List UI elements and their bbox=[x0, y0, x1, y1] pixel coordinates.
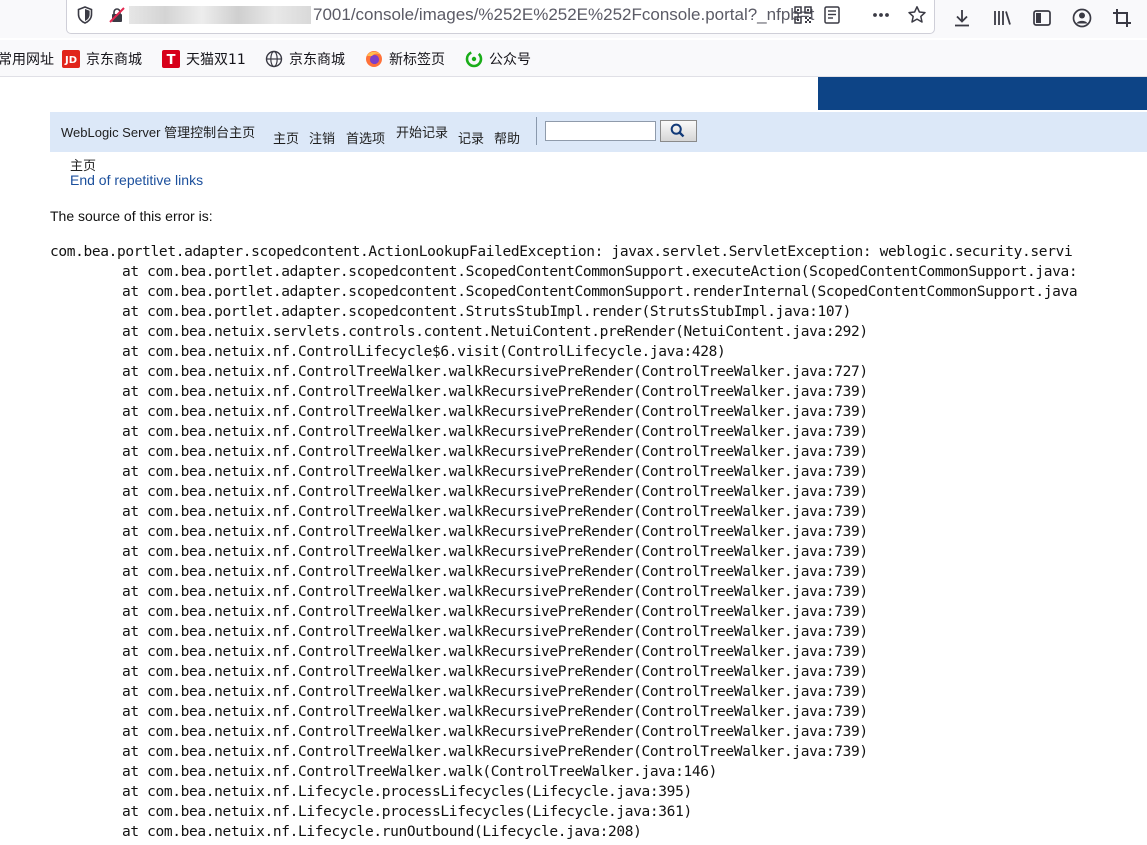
shield-icon[interactable] bbox=[77, 6, 93, 24]
globe-icon bbox=[265, 50, 283, 68]
bookmarks-toolbar: 常用网址 JD 京东商城 T 天猫双11 京东商城 新标签页 公众号 bbox=[0, 40, 1147, 77]
stack-frame: at com.bea.netuix.nf.ControlTreeWalker.w… bbox=[122, 404, 868, 420]
jd-logo-icon: JD bbox=[62, 50, 80, 68]
stack-frame: at com.bea.netuix.nf.ControlTreeWalker.w… bbox=[122, 464, 868, 480]
stack-frame: at com.bea.netuix.nf.ControlTreeWalker.w… bbox=[122, 764, 717, 780]
search-icon bbox=[670, 123, 685, 138]
stack-frame: at com.bea.netuix.nf.ControlTreeWalker.w… bbox=[122, 644, 868, 660]
nav-logout-link[interactable]: 注销 bbox=[309, 128, 335, 147]
bookmark-label: 京东商城 bbox=[86, 52, 142, 68]
stack-trace: com.bea.portlet.adapter.scopedcontent.Ac… bbox=[50, 242, 1147, 845]
end-of-repetitive-links[interactable]: End of repetitive links bbox=[70, 172, 203, 188]
tmall-logo-icon: T bbox=[162, 50, 180, 68]
search-button[interactable] bbox=[660, 120, 697, 142]
svg-text:T: T bbox=[167, 53, 176, 68]
bookmark-common-sites[interactable]: 常用网址 bbox=[0, 49, 54, 69]
bookmark-label: 京东商城 bbox=[289, 52, 345, 68]
library-icon[interactable] bbox=[991, 7, 1013, 29]
stack-frame: at com.bea.netuix.nf.ControlTreeWalker.w… bbox=[122, 684, 868, 700]
screenshot-crop-icon[interactable] bbox=[1111, 7, 1133, 29]
url-bar[interactable]: 7001/console/images/%252E%252E%252Fconso… bbox=[66, 0, 935, 34]
svg-text:JD: JD bbox=[64, 55, 77, 66]
stack-frame: at com.bea.netuix.nf.ControlLifecycle$6.… bbox=[122, 344, 726, 360]
stack-frame: at com.bea.netuix.nf.ControlTreeWalker.w… bbox=[122, 364, 868, 380]
firefox-icon bbox=[366, 51, 382, 67]
url-text[interactable]: 7001/console/images/%252E%252E%252Fconso… bbox=[313, 5, 863, 25]
stack-frame: at com.bea.netuix.nf.Lifecycle.processLi… bbox=[122, 804, 692, 820]
stack-frame: at com.bea.netuix.servlets.controls.cont… bbox=[122, 324, 868, 340]
nav-divider bbox=[536, 117, 537, 145]
browser-toolbar: 7001/console/images/%252E%252E%252Fconso… bbox=[0, 0, 1147, 38]
nav-record-link[interactable]: 记录 bbox=[458, 128, 484, 147]
stack-frame: at com.bea.netuix.nf.ControlTreeWalker.w… bbox=[122, 384, 868, 400]
stack-frame: at com.bea.netuix.nf.ControlTreeWalker.w… bbox=[122, 444, 868, 460]
stack-frame: at com.bea.portlet.adapter.scopedcontent… bbox=[122, 264, 1078, 280]
stack-frame: at com.bea.netuix.nf.ControlTreeWalker.w… bbox=[122, 424, 868, 440]
bookmark-star-icon[interactable] bbox=[907, 5, 927, 25]
error-heading: The source of this error is: bbox=[50, 208, 213, 224]
bookmark-jd-1[interactable]: JD 京东商城 bbox=[62, 49, 142, 69]
redacted-host bbox=[129, 6, 311, 24]
qr-code-icon[interactable] bbox=[793, 5, 813, 25]
bookmark-new-tab[interactable]: 新标签页 bbox=[365, 49, 445, 69]
bookmark-label: 公众号 bbox=[489, 52, 531, 68]
stack-frame: at com.bea.netuix.nf.ControlTreeWalker.w… bbox=[122, 724, 868, 740]
stack-frame: at com.bea.netuix.nf.Lifecycle.runOutbou… bbox=[122, 824, 642, 840]
bookmark-label: 常用网址 bbox=[0, 52, 54, 68]
stack-frame: at com.bea.netuix.nf.ControlTreeWalker.w… bbox=[122, 524, 868, 540]
stack-frame: at com.bea.portlet.adapter.scopedcontent… bbox=[122, 284, 1078, 300]
exception-line: com.bea.portlet.adapter.scopedcontent.Ac… bbox=[50, 244, 1073, 260]
nav-record-start-link[interactable]: 开始记录 bbox=[396, 122, 448, 141]
nav-preferences-link[interactable]: 首选项 bbox=[346, 128, 385, 147]
stack-frame: at com.bea.netuix.nf.ControlTreeWalker.w… bbox=[122, 704, 868, 720]
account-icon[interactable] bbox=[1071, 7, 1093, 29]
reader-view-icon[interactable] bbox=[822, 5, 842, 25]
insecure-lock-icon[interactable] bbox=[109, 7, 125, 23]
stack-frame: at com.bea.netuix.nf.ControlTreeWalker.w… bbox=[122, 484, 868, 500]
stack-frame: at com.bea.netuix.nf.ControlTreeWalker.w… bbox=[122, 584, 868, 600]
wechat-icon bbox=[465, 50, 483, 68]
stack-frame: at com.bea.netuix.nf.ControlTreeWalker.w… bbox=[122, 604, 868, 620]
bookmark-tmall[interactable]: T 天猫双11 bbox=[162, 49, 246, 69]
stack-frame: at com.bea.netuix.nf.ControlTreeWalker.w… bbox=[122, 564, 868, 580]
nav-help-link[interactable]: 帮助 bbox=[494, 128, 520, 147]
stack-frame: at com.bea.netuix.nf.ControlTreeWalker.w… bbox=[122, 744, 868, 760]
stack-frame: at com.bea.netuix.nf.ControlTreeWalker.w… bbox=[122, 544, 868, 560]
stack-frame: at com.bea.portlet.adapter.scopedcontent… bbox=[122, 304, 852, 320]
bookmark-label: 天猫双11 bbox=[186, 52, 246, 68]
nav-home-link[interactable]: 主页 bbox=[273, 128, 299, 147]
stack-frame: at com.bea.netuix.nf.ControlTreeWalker.w… bbox=[122, 664, 868, 680]
downloads-icon[interactable] bbox=[951, 7, 973, 29]
search-input[interactable] bbox=[545, 121, 656, 141]
bookmark-jd-2[interactable]: 京东商城 bbox=[265, 49, 345, 69]
sidebar-icon[interactable] bbox=[1031, 7, 1053, 29]
bookmark-wechat[interactable]: 公众号 bbox=[465, 49, 531, 69]
console-nav-bar: WebLogic Server 管理控制台主页 主页 注销 首选项 开始记录 记… bbox=[50, 112, 1147, 152]
more-actions-icon[interactable] bbox=[871, 5, 891, 25]
stack-frame: at com.bea.netuix.nf.Lifecycle.processLi… bbox=[122, 784, 692, 800]
bookmark-label: 新标签页 bbox=[389, 52, 445, 68]
stack-frame: at com.bea.netuix.nf.ControlTreeWalker.w… bbox=[122, 624, 868, 640]
stack-frame: at com.bea.netuix.nf.ControlTreeWalker.w… bbox=[122, 504, 868, 520]
console-banner bbox=[818, 77, 1147, 110]
nav-brand-link[interactable]: WebLogic Server 管理控制台主页 bbox=[61, 122, 255, 141]
